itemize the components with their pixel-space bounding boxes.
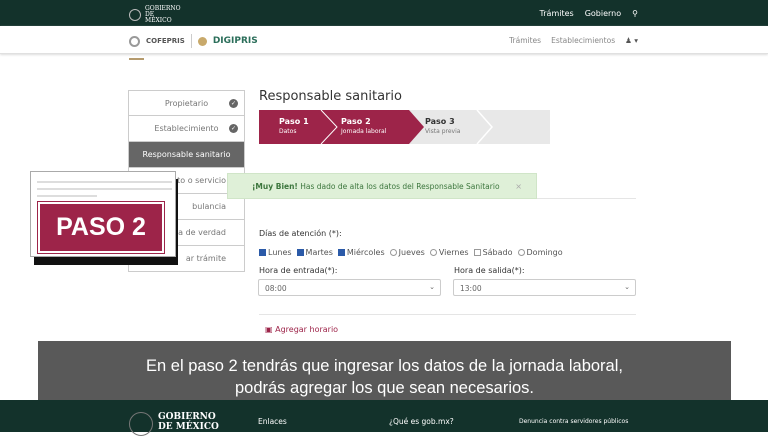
check-icon: ✓ [229,99,238,108]
footer-link-enlaces[interactable]: Enlaces [258,417,287,426]
day-lunes[interactable]: Lunes [259,248,292,257]
footer: GOBIERNO DE MÉXICO Enlaces ¿Qué es gob.m… [0,400,768,436]
day-jueves[interactable]: Jueves [389,248,425,257]
line [37,188,172,190]
hora-entrada-select[interactable]: 08:00 ⌄ [258,279,441,296]
seal-icon [129,9,141,21]
search-icon[interactable]: ⚲ [632,9,638,18]
subnav-tramites[interactable]: Trámites [509,36,541,45]
hora-salida-label: Hora de salida(*): [454,266,525,275]
calendar-icon: ▣ [265,325,273,334]
app-navbar: COFEPRIS DIGIPRIS Trámites Establecimien… [0,26,768,54]
nav-gobierno[interactable]: Gobierno [585,9,621,18]
cofepris-logo-icon [129,35,140,47]
paso-overlay-graphic: PASO 2 [30,171,178,265]
seal-icon [129,412,153,436]
days-checkboxes: Lunes Martes Miércoles Jueves Viernes Sá… [259,248,563,257]
cofepris-logo[interactable]: COFEPRIS [146,37,185,45]
day-domingo[interactable]: Domingo [517,248,563,257]
checkbox-checked-icon[interactable] [296,249,304,256]
day-martes[interactable]: Martes [296,248,333,257]
nav-tramites[interactable]: Trámites [540,9,574,18]
subnav-establecimientos[interactable]: Establecimientos [551,36,615,45]
page-title: Responsable sanitario [259,89,402,104]
card: PASO 2 [30,171,176,257]
add-schedule-button[interactable]: ▣ Agregar horario [265,325,338,334]
digipris-logo-icon [197,36,207,46]
day-miercoles[interactable]: Miércoles [337,248,385,257]
sidebar-item-establecimiento[interactable]: Establecimiento ✓ [128,116,245,142]
days-label: Días de atención (*): [259,229,342,238]
paso-badge: PASO 2 [37,201,165,254]
success-alert: ¡Muy Bien! Has dado de alta los datos de… [227,173,537,199]
chevron-down-icon: ⌄ [624,283,630,291]
step-3[interactable]: Paso 3 Vista previa [425,110,460,144]
footer-link-que-es[interactable]: ¿Qué es gob.mx? [389,417,454,426]
sidebar-item-responsable[interactable]: Responsable sanitario [128,142,245,168]
checkbox-icon[interactable] [473,249,481,256]
hora-entrada-label: Hora de entrada(*): [259,266,338,275]
divider [259,314,636,315]
accent-line [129,58,144,60]
gobierno-logo[interactable]: GOBIERNO DE MÉXICO [129,6,181,24]
hora-salida-select[interactable]: 13:00 ⌄ [453,279,636,296]
chevron-down-icon: ⌄ [429,283,435,291]
checkbox-icon[interactable] [517,249,525,256]
checkbox-icon[interactable] [389,249,397,256]
close-icon[interactable]: × [515,182,522,191]
digipris-logo[interactable]: DIGIPRIS [213,36,258,46]
day-viernes[interactable]: Viernes [429,248,469,257]
step-1[interactable]: Paso 1 Datos [279,110,309,144]
checkbox-checked-icon[interactable] [337,249,345,256]
day-sabado[interactable]: Sábado [473,248,513,257]
top-bar: GOBIERNO DE MÉXICO Trámites Gobierno ⚲ [0,0,768,26]
check-icon: ✓ [229,124,238,133]
line [37,181,172,183]
user-icon[interactable]: ♟ ▾ [625,36,638,45]
sidebar-item-propietario[interactable]: Propietario ✓ [128,90,245,116]
line [37,195,97,197]
stepper: Paso 1 Datos Paso 2 Jornada laboral Paso 3… [259,110,550,144]
step-2[interactable]: Paso 2 Jornada laboral [341,110,386,144]
checkbox-checked-icon[interactable] [259,249,266,256]
checkbox-icon[interactable] [429,249,437,256]
footer-link-denuncia[interactable]: Denuncia contra servidores públicos [519,418,628,425]
footer-logo: GOBIERNO DE MÉXICO [129,412,233,436]
divider [190,34,192,48]
